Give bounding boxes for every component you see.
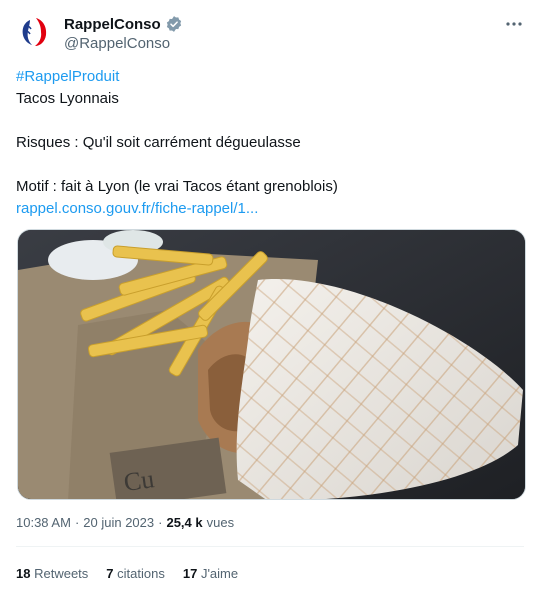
verified-badge-icon[interactable] — [165, 15, 183, 33]
tweet-line-reason: Motif : fait à Lyon (le vrai Tacos étant… — [16, 178, 338, 195]
retweets-stat[interactable]: 18 Retweets — [16, 566, 88, 581]
tweet-header: RappelConso @RappelConso — [16, 12, 526, 52]
tweet-meta: 10:38 AM · 20 juin 2023 · 25,4 k vues — [16, 515, 234, 530]
engagement-stats: 18 Retweets 7 citations 17 J'aime — [16, 566, 238, 581]
likes-count: 17 — [182, 566, 198, 581]
name-row: RappelConso — [64, 14, 183, 34]
quotes-label: citations — [117, 566, 165, 581]
svg-text:Cu: Cu — [122, 464, 156, 497]
quotes-stat[interactable]: 7 citations — [106, 566, 165, 581]
more-options-button[interactable] — [502, 12, 526, 36]
author-names: RappelConso @RappelConso — [64, 14, 183, 54]
views-count: 25,4 k — [166, 515, 203, 530]
recall-url-link[interactable]: rappel.conso.gouv.fr/fiche-rappel/1... — [16, 200, 258, 217]
tweet-date[interactable]: 20 juin 2023 — [83, 515, 154, 530]
avatar[interactable] — [16, 14, 52, 50]
tweet-line-title: Tacos Lyonnais — [16, 90, 119, 107]
tweet-line-risks: Risques : Qu'il soit carrément dégueulas… — [16, 134, 301, 151]
stats-divider — [16, 546, 524, 547]
likes-stat[interactable]: 17 J'aime — [183, 566, 238, 581]
tacos-photo-image: Cu — [18, 230, 525, 499]
author-handle[interactable]: @RappelConso — [64, 34, 183, 54]
meta-separator: · — [158, 515, 163, 530]
retweets-count: 18 — [16, 566, 31, 581]
likes-label: J'aime — [200, 566, 239, 581]
hashtag-link[interactable]: #RappelProduit — [16, 68, 119, 85]
quotes-count: 7 — [106, 566, 114, 581]
tweet-time[interactable]: 10:38 AM — [16, 515, 71, 530]
tweet-media-photo[interactable]: Cu — [17, 229, 526, 500]
tweet-text: #RappelProduit Tacos Lyonnais Risques : … — [16, 66, 524, 220]
marianne-logo-icon — [22, 18, 47, 46]
author-display-name[interactable]: RappelConso — [64, 16, 161, 33]
meta-separator: · — [74, 515, 80, 530]
more-horizontal-icon — [506, 22, 522, 26]
views-label: vues — [206, 515, 235, 530]
retweets-label: Retweets — [34, 566, 89, 581]
